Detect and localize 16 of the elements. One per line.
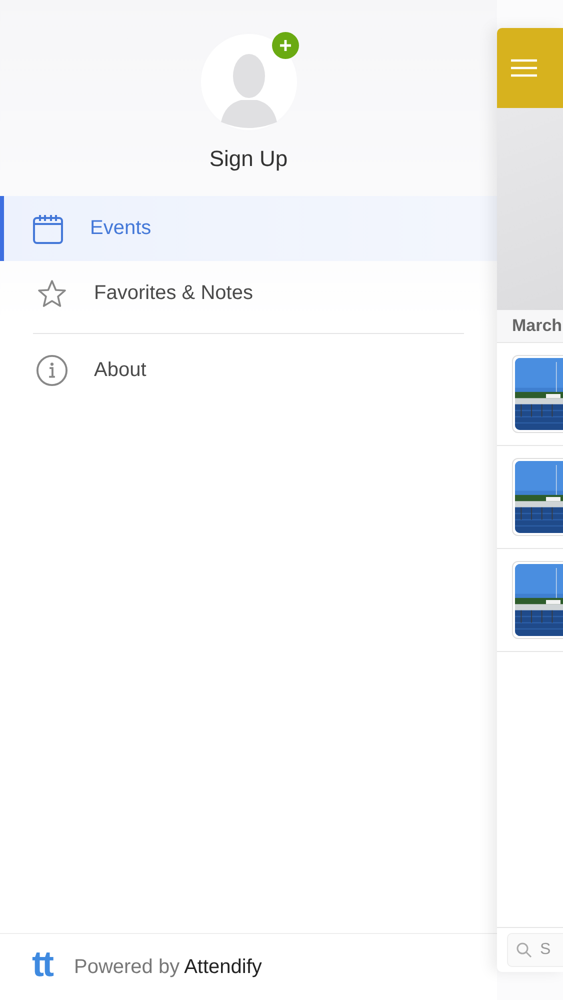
thumbnail[interactable] [512,355,563,433]
section-header: March [497,310,563,343]
search-icon [516,942,532,958]
calendar-icon [32,212,64,244]
logo: tt [32,946,52,982]
menu-item[interactable]: Favorites & Notes [0,261,497,326]
sign-up-link[interactable]: Sign Up [209,146,288,172]
menu-item[interactable]: Events [0,196,497,261]
add-icon[interactable] [272,32,298,59]
star-icon [37,278,67,308]
menu-item[interactable]: About [0,338,497,403]
thumbnail[interactable] [512,458,563,536]
powered-by-text: Powered by Attendify [74,956,262,978]
thumbnail[interactable] [512,561,563,639]
avatar-icon[interactable] [200,34,296,130]
info-icon [36,354,68,387]
